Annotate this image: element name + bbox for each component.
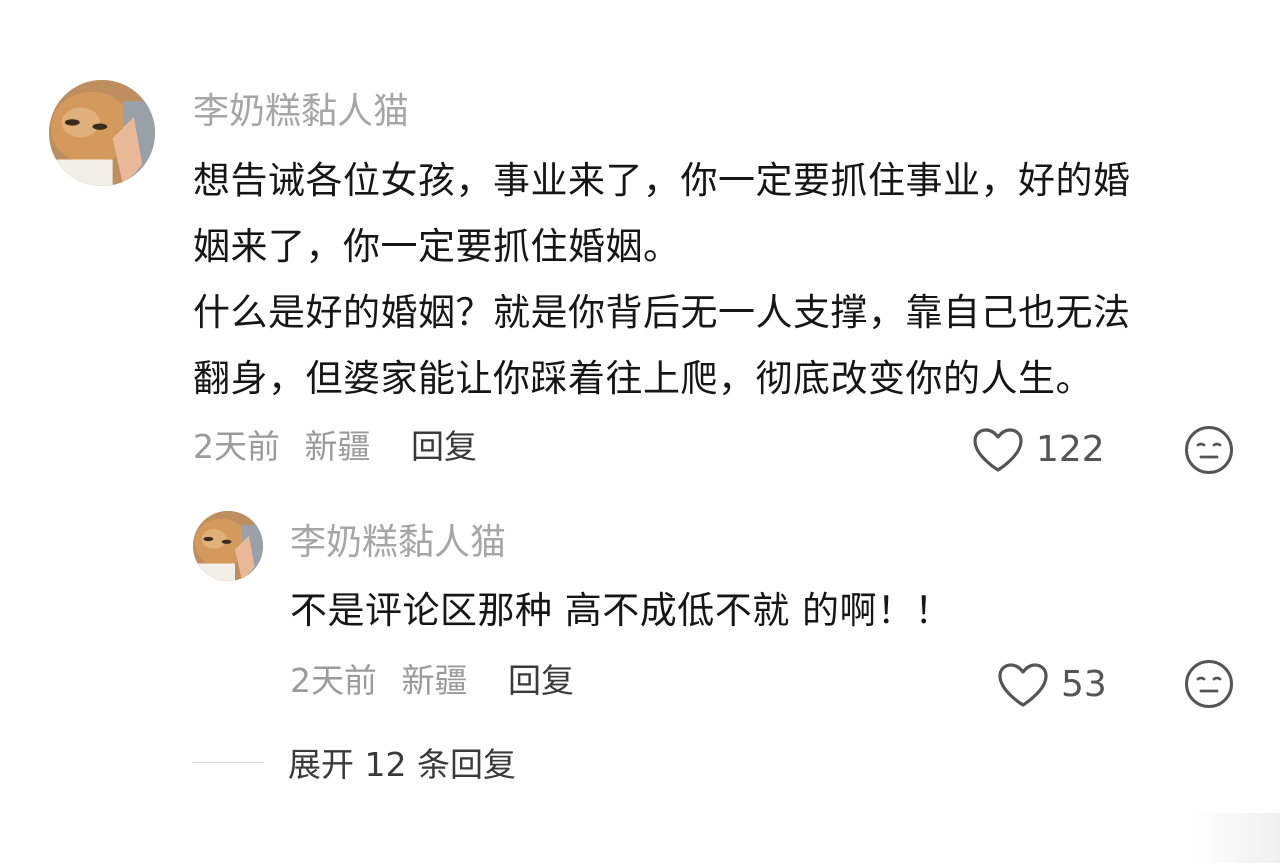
- reply-button[interactable]: 回复: [411, 427, 477, 467]
- expand-replies[interactable]: 展开 12 条回复: [192, 740, 516, 784]
- heart-outline-icon: [998, 663, 1048, 707]
- reply-like-button[interactable]: 53: [997, 662, 1107, 708]
- reply-username[interactable]: 李奶糕黏人猫: [290, 521, 506, 565]
- reply-reply-button[interactable]: 回复: [508, 661, 574, 701]
- comment-location: 新疆: [304, 427, 371, 466]
- reply-content: 不是评论区那种 高不成低不就 的啊！！: [290, 589, 953, 632]
- heart-outline-icon: [973, 428, 1023, 472]
- like-button[interactable]: 122: [972, 427, 1105, 473]
- avatar[interactable]: [49, 80, 155, 186]
- reply-meta: 2天前 新疆 回复: [290, 661, 574, 701]
- meh-face-icon[interactable]: [1184, 425, 1234, 475]
- meh-face-icon[interactable]: [1184, 659, 1234, 709]
- cat-avatar-image: [193, 511, 263, 581]
- comment-username[interactable]: 李奶糕黏人猫: [193, 90, 409, 134]
- comment-meta: 2天前 新疆 回复: [193, 427, 477, 467]
- comment-content: 想告诫各位女孩，事业来了，你一定要抓住事业，好的婚 姻来了，你一定要抓住婚姻。 …: [193, 159, 1131, 400]
- reply-like-count: 53: [1061, 664, 1107, 705]
- reply-time: 2天前: [290, 661, 377, 700]
- divider: [192, 761, 264, 763]
- watermark: [1190, 813, 1280, 863]
- expand-replies-label[interactable]: 展开 12 条回复: [288, 738, 516, 786]
- reply-location: 新疆: [401, 661, 468, 700]
- like-count: 122: [1036, 429, 1105, 470]
- cat-avatar-image: [49, 80, 155, 186]
- reply-avatar[interactable]: [193, 511, 263, 581]
- comment-time: 2天前: [193, 427, 280, 466]
